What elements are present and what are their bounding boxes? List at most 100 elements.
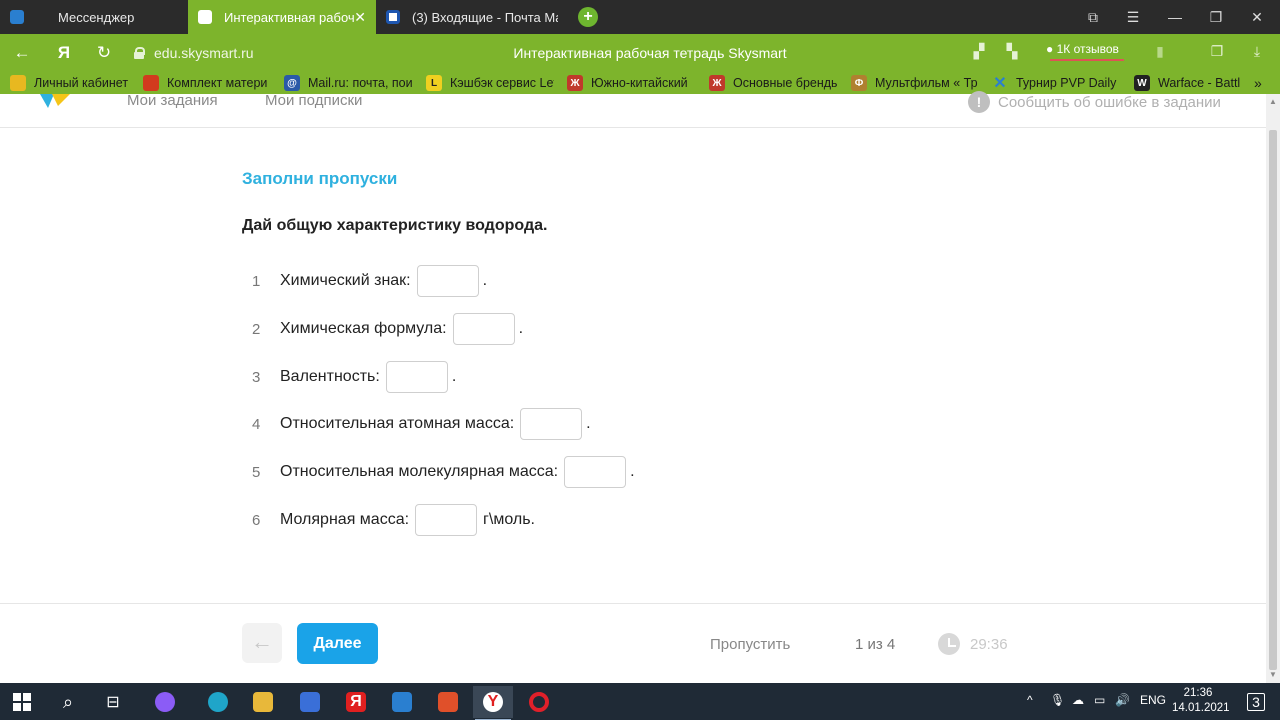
chevron-up-icon[interactable]: ^ <box>1027 693 1033 707</box>
bookmark-item[interactable]: Личный кабинет <box>10 74 135 92</box>
tab-label: Мессенджер <box>58 9 135 25</box>
notifications-icon[interactable]: 3 <box>1236 686 1276 718</box>
menu-icon[interactable]: ☰ <box>1113 0 1153 34</box>
answer-input[interactable] <box>452 313 515 345</box>
bookmark-item[interactable]: Ж Основные бренды <box>709 74 837 92</box>
item-number: 1 <box>252 272 261 290</box>
bookmark-icon[interactable]: ▮ <box>1151 43 1169 61</box>
task-footer: ← Далее Пропустить 1 из 4 29:36 <box>0 603 1266 683</box>
restore-icon[interactable]: ❐ <box>1196 0 1236 34</box>
store-icon[interactable] <box>290 686 330 718</box>
tab-mail[interactable]: (3) Входящие - Почта Mail <box>376 0 566 34</box>
language-indicator[interactable]: ENG <box>1140 693 1166 707</box>
reviews-button[interactable]: ● 1К отзывов <box>1046 42 1124 61</box>
notification-count: 3 <box>1247 693 1265 711</box>
clock-date: 14.01.2021 <box>1172 702 1230 714</box>
yandex-active-icon[interactable]: Y <box>473 686 513 720</box>
volume-icon[interactable]: 🔊 <box>1115 693 1130 707</box>
mail-app-icon[interactable] <box>382 686 422 718</box>
back-button[interactable]: ← <box>242 623 282 663</box>
translate-alt-icon[interactable]: ▚ <box>1003 43 1021 61</box>
answer-input[interactable] <box>520 408 583 440</box>
question-text: Дай общую характеристику водорода. <box>242 217 548 234</box>
item-suffix: . <box>630 463 635 480</box>
report-error-label: Сообщить об ошибке в задании <box>998 93 1221 111</box>
list-item: 1 Химический знак: . <box>252 265 487 297</box>
office-icon[interactable] <box>428 686 468 718</box>
search-icon[interactable]: ⌕ <box>48 686 88 718</box>
nav-my-tasks[interactable]: Мои задания <box>127 92 218 109</box>
answer-input[interactable] <box>564 456 627 488</box>
network-icon[interactable]: ▭ <box>1094 693 1105 707</box>
mail-icon <box>10 75 26 91</box>
item-label: Молярная масса: <box>280 511 410 528</box>
tab-workbook[interactable]: Интерактивная рабоча ✕ <box>188 0 376 34</box>
item-number: 6 <box>252 511 261 529</box>
tab-strip: Мессенджер Интерактивная рабоча ✕ (3) Вх… <box>0 0 1280 34</box>
bookmark-item[interactable]: Ф Мультфильм « Тр <box>851 74 979 92</box>
exclamation-icon: ! <box>968 91 990 113</box>
bookmark-item[interactable]: L Кэшбэк сервис Let <box>426 74 554 92</box>
yandex-browser-icon[interactable]: Я <box>336 686 376 718</box>
close-icon[interactable]: ✕ <box>354 9 366 26</box>
scrollbar-thumb[interactable] <box>1269 130 1277 670</box>
timer: 29:36 <box>970 636 1008 653</box>
clock-time: 21:36 <box>1183 687 1213 699</box>
clock-icon <box>938 633 960 655</box>
answer-input[interactable] <box>416 265 479 297</box>
bookmarks-panel-icon[interactable]: ⧉ <box>1073 0 1113 34</box>
list-item: 6 Молярная масса: г\моль. <box>252 504 535 536</box>
item-suffix: . <box>518 320 524 337</box>
file-explorer-icon[interactable] <box>243 686 283 718</box>
bookmark-label: Личный кабинет <box>34 76 129 90</box>
at-icon: @ <box>284 75 300 91</box>
scroll-down-icon[interactable]: ▼ <box>1269 670 1277 679</box>
task-counter: 1 из 4 <box>855 636 896 653</box>
download-icon[interactable]: ⤓ <box>1248 43 1266 61</box>
minimize-icon[interactable]: — <box>1155 0 1195 34</box>
close-window-icon[interactable]: ✕ <box>1237 0 1277 34</box>
scroll-up-icon[interactable]: ▲ <box>1269 97 1277 106</box>
tab-messenger[interactable]: Мессенджер <box>0 0 188 34</box>
item-label: Химический знак: <box>280 272 411 289</box>
bookmark-item[interactable]: W Warface - Battl <box>1134 74 1244 92</box>
opera-icon[interactable] <box>519 686 559 718</box>
bookmark-label: Кэшбэк сервис Let <box>450 76 554 90</box>
mail-icon <box>386 10 400 24</box>
collections-icon[interactable]: ❐ <box>1208 43 1226 61</box>
microphone-icon[interactable]: 🎙 <box>1050 693 1065 707</box>
skip-link[interactable]: Пропустить <box>710 636 790 653</box>
report-error-link[interactable]: ! Сообщить об ошибке в задании <box>968 91 1221 113</box>
cross-icon: ✕ <box>993 75 1007 92</box>
answer-input[interactable] <box>385 361 448 393</box>
bookmark-item[interactable]: @ Mail.ru: почта, пои <box>284 74 412 92</box>
address-bar: ← Я ↻ edu.skysmart.ru Интерактивная рабо… <box>0 34 1280 71</box>
list-item: 2 Химическая формула: . <box>252 313 523 345</box>
anime-icon: Ж <box>709 75 725 91</box>
taskbar: ⌕ ⊟ Я Y ^ 🎙 ☁ ▭ 🔊 ENG 21:36 14.01.2021 3 <box>0 683 1280 720</box>
item-number: 3 <box>252 368 261 386</box>
bookmark-item[interactable]: Ж Южно-китайский <box>567 74 693 92</box>
bookmark-label: Мультфильм « Тр <box>875 76 978 90</box>
nav-my-subscriptions[interactable]: Мои подписки <box>265 92 362 109</box>
translate-icon[interactable]: ▞ <box>970 43 988 61</box>
new-tab-button[interactable]: + <box>578 7 598 27</box>
more-bookmarks-icon[interactable]: » <box>1254 74 1272 92</box>
edge-icon[interactable] <box>198 686 238 718</box>
cloud-icon[interactable]: ☁ <box>1072 693 1084 707</box>
answer-input[interactable] <box>415 504 478 536</box>
alice-icon[interactable] <box>145 686 185 718</box>
windows-start-icon[interactable] <box>2 686 42 718</box>
chat-icon: ● <box>1046 42 1054 56</box>
scrollbar[interactable]: ▲ ▼ <box>1266 94 1280 683</box>
clock[interactable]: 21:36 14.01.2021 <box>1172 686 1230 716</box>
skysmart-logo[interactable] <box>40 94 70 108</box>
item-suffix: . <box>482 272 488 289</box>
next-button[interactable]: Далее <box>297 623 378 664</box>
task-view-icon[interactable]: ⊟ <box>93 686 133 718</box>
bookmark-item[interactable]: ✕ Турнир PVP Daily <box>992 74 1120 92</box>
anime-icon: Ж <box>567 75 583 91</box>
tab-label: (3) Входящие - Почта Mail <box>412 9 558 25</box>
bookmark-item[interactable]: Комплект матери <box>143 74 269 92</box>
section-title: Заполни пропуски <box>242 169 398 188</box>
